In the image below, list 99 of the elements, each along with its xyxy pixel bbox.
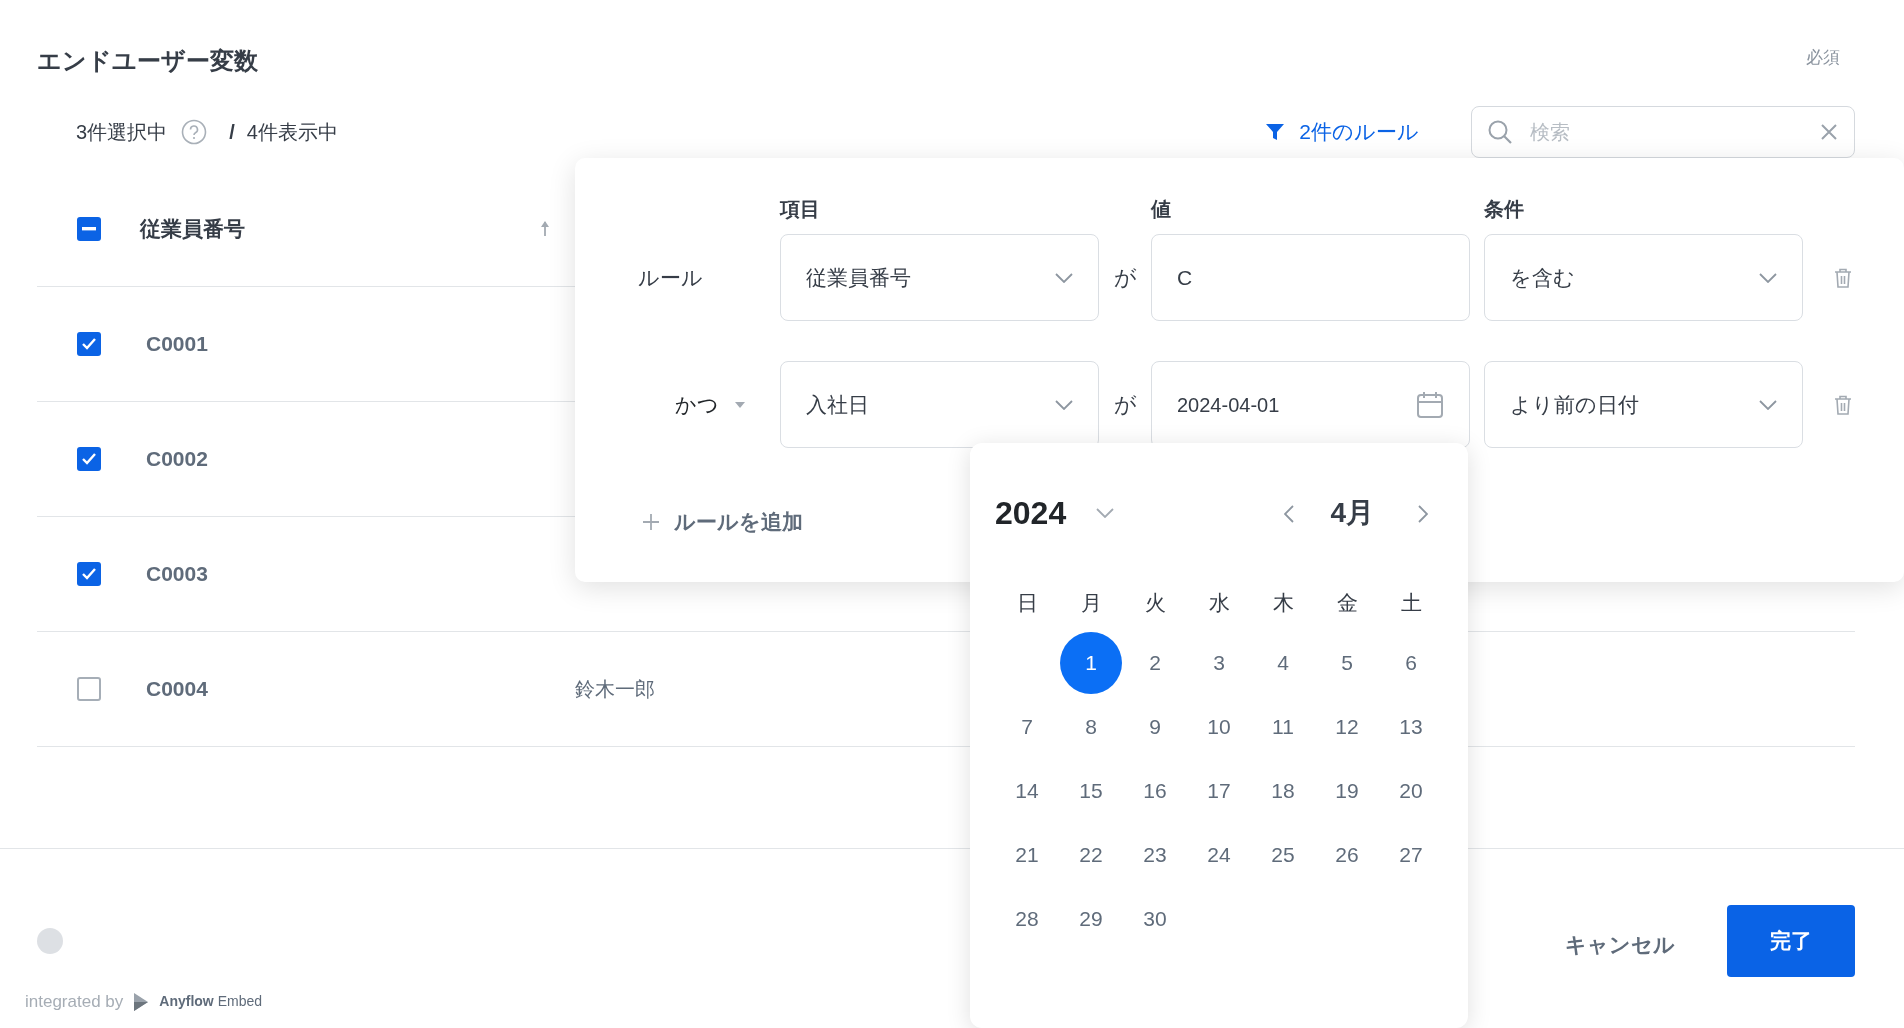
calendar-day[interactable]: 26 bbox=[1316, 824, 1378, 886]
filter-icon bbox=[1265, 122, 1286, 142]
calendar-day[interactable]: 29 bbox=[1060, 888, 1122, 950]
close-icon[interactable] bbox=[1821, 124, 1837, 140]
column-label: 条件 bbox=[1484, 197, 1525, 222]
calendar-day[interactable]: 27 bbox=[1380, 824, 1442, 886]
caret-down-icon bbox=[735, 401, 745, 408]
rule-label: ルール bbox=[638, 264, 703, 291]
checkbox[interactable] bbox=[77, 216, 101, 241]
chevron-down-icon bbox=[1055, 272, 1073, 283]
column-label: 項目 bbox=[780, 197, 821, 222]
connector-text: が bbox=[1113, 391, 1137, 419]
table-cell-text: C0002 bbox=[145, 446, 209, 473]
calendar-day[interactable]: 14 bbox=[996, 760, 1058, 822]
field-select[interactable]: 従業員番号 bbox=[780, 234, 1099, 321]
weekday-label: 火 bbox=[1143, 590, 1167, 616]
calendar-day[interactable]: 17 bbox=[1188, 760, 1250, 822]
column-header[interactable]: 従業員番号 bbox=[140, 212, 540, 245]
shown-count: 4件表示中 bbox=[246, 120, 338, 145]
calendar-day[interactable]: 8 bbox=[1060, 696, 1122, 758]
selected-count: 3件選択中 bbox=[76, 120, 168, 145]
weekday-label: 金 bbox=[1335, 590, 1359, 616]
calendar-day[interactable]: 6 bbox=[1380, 632, 1442, 694]
trash-icon[interactable] bbox=[1834, 267, 1852, 288]
calendar-day[interactable]: 19 bbox=[1316, 760, 1378, 822]
calendar-day[interactable]: 12 bbox=[1316, 696, 1378, 758]
calendar-day[interactable]: 30 bbox=[1124, 888, 1186, 950]
chevron-down-icon bbox=[1055, 399, 1073, 410]
month-label: 4月 bbox=[1330, 496, 1374, 530]
calendar-day[interactable]: 21 bbox=[996, 824, 1058, 886]
status-dot-icon bbox=[37, 928, 63, 954]
logic-dropdown[interactable]: かつ bbox=[675, 388, 745, 421]
chevron-right-icon bbox=[1418, 504, 1428, 523]
checkbox[interactable] bbox=[77, 332, 101, 356]
column-label: 値 bbox=[1151, 197, 1172, 222]
calendar-day[interactable]: 18 bbox=[1252, 760, 1314, 822]
calendar-day[interactable]: 9 bbox=[1124, 696, 1186, 758]
checkbox[interactable] bbox=[77, 677, 101, 701]
add-rule-button[interactable]: ルールを追加 bbox=[642, 506, 803, 538]
brand-suffix: Embed bbox=[217, 992, 263, 1012]
help-icon[interactable] bbox=[181, 119, 208, 145]
chevron-down-icon bbox=[1096, 508, 1115, 518]
table-cell-text: 鈴木一郎 bbox=[575, 677, 655, 702]
weekday-label: 木 bbox=[1271, 590, 1295, 616]
year-dropdown[interactable]: 2024 bbox=[995, 489, 1115, 537]
calendar-day[interactable]: 16 bbox=[1124, 760, 1186, 822]
search-icon bbox=[1487, 119, 1513, 145]
search-field[interactable]: 検索 bbox=[1471, 106, 1855, 158]
weekday-label: 月 bbox=[1079, 590, 1103, 616]
chevron-left-icon bbox=[1284, 504, 1295, 523]
calendar-day[interactable]: 28 bbox=[996, 888, 1058, 950]
checkmark-icon bbox=[81, 337, 97, 351]
calendar-day[interactable]: 10 bbox=[1188, 696, 1250, 758]
done-button[interactable]: 完了 bbox=[1727, 905, 1855, 977]
brand-logo-icon bbox=[133, 991, 150, 1012]
calendar-day[interactable]: 2 bbox=[1124, 632, 1186, 694]
calendar-day[interactable]: 23 bbox=[1124, 824, 1186, 886]
checkmark-icon bbox=[81, 567, 97, 581]
checkmark-icon bbox=[81, 452, 97, 466]
trash-icon[interactable] bbox=[1834, 394, 1852, 415]
cancel-button[interactable]: キャンセル bbox=[1547, 909, 1693, 981]
checkbox[interactable] bbox=[77, 447, 101, 471]
table-cell-text: C0004 bbox=[145, 676, 209, 703]
calendar-day[interactable]: 22 bbox=[1060, 824, 1122, 886]
plus-icon bbox=[642, 512, 660, 531]
calendar-day[interactable]: 11 bbox=[1252, 696, 1314, 758]
required-label: 必須 bbox=[1806, 47, 1840, 69]
calendar-icon[interactable] bbox=[1416, 390, 1444, 419]
weekday-label: 土 bbox=[1399, 590, 1423, 616]
brand-name: Anyflow bbox=[159, 992, 214, 1012]
table-cell-text: C0003 bbox=[145, 561, 209, 588]
page-title: エンドユーザー変数 bbox=[37, 46, 258, 76]
calendar-day[interactable]: 15 bbox=[1060, 760, 1122, 822]
calendar-day[interactable]: 20 bbox=[1380, 760, 1442, 822]
condition-select[interactable]: より前の日付 bbox=[1484, 361, 1803, 448]
table-cell-text: C0001 bbox=[145, 331, 209, 358]
weekday-label: 水 bbox=[1207, 590, 1231, 616]
chevron-down-icon bbox=[1759, 399, 1777, 410]
minus-icon bbox=[82, 226, 96, 231]
sort-up-arrow-icon[interactable] bbox=[540, 220, 550, 237]
integrated-by-text: integrated by bbox=[25, 991, 124, 1013]
calendar-day[interactable]: 1 bbox=[1060, 632, 1122, 694]
field-select[interactable]: 入社日 bbox=[780, 361, 1099, 448]
connector-text: が bbox=[1113, 264, 1137, 292]
separator-slash: / bbox=[229, 120, 235, 145]
chevron-down-icon bbox=[1759, 272, 1777, 283]
calendar-day[interactable]: 3 bbox=[1188, 632, 1250, 694]
weekday-label: 日 bbox=[1015, 590, 1039, 616]
calendar-day[interactable]: 7 bbox=[996, 696, 1058, 758]
calendar-day[interactable]: 13 bbox=[1380, 696, 1442, 758]
calendar-day[interactable]: 4 bbox=[1252, 632, 1314, 694]
calendar-day[interactable]: 5 bbox=[1316, 632, 1378, 694]
calendar-day[interactable]: 25 bbox=[1252, 824, 1314, 886]
checkbox[interactable] bbox=[77, 562, 101, 586]
value-input[interactable]: 2024-04-01 bbox=[1151, 361, 1470, 448]
calendar-day[interactable]: 24 bbox=[1188, 824, 1250, 886]
filter-rules-button[interactable]: 2件のルール bbox=[1265, 116, 1419, 148]
condition-select[interactable]: を含む bbox=[1484, 234, 1803, 321]
value-input[interactable]: C bbox=[1151, 234, 1470, 321]
